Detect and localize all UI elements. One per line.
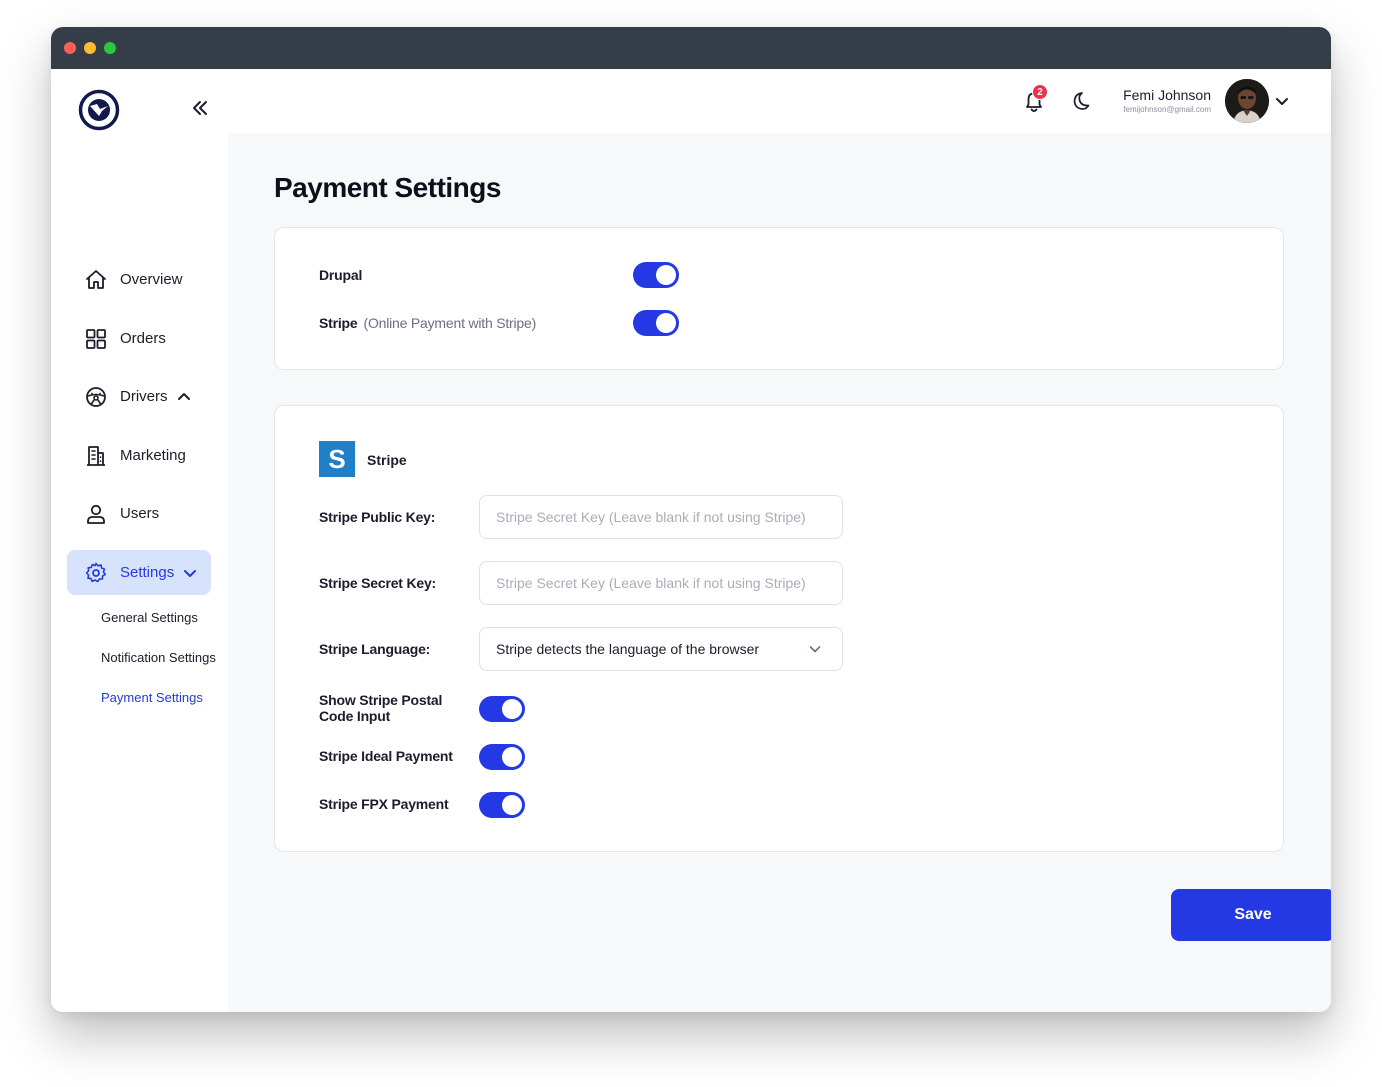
window-titlebar	[51, 27, 1331, 69]
close-window-button[interactable]	[64, 42, 76, 54]
stripe-postal-toggle[interactable]	[479, 696, 525, 722]
app-window: Overview Orders Drivers Marketing Users …	[51, 27, 1331, 1012]
sidebar: Overview Orders Drivers Marketing Users …	[51, 69, 228, 1012]
stripe-gateway-label: Stripe (Online Payment with Stripe)	[319, 315, 536, 331]
drupal-label: Drupal	[319, 267, 363, 283]
top-bar: 2 Femi Johnson femijohnson@gmail.com	[228, 69, 1331, 133]
stripe-gateway-toggle[interactable]	[633, 310, 679, 336]
gear-icon	[85, 562, 106, 582]
chevron-down-icon	[809, 646, 821, 653]
toggle-knob	[502, 747, 522, 767]
sidebar-item-label: Users	[120, 505, 160, 522]
maximize-window-button[interactable]	[104, 42, 116, 54]
user-icon	[87, 504, 105, 524]
user-email: femijohnson@gmail.com	[1123, 105, 1211, 114]
moon-icon[interactable]	[1069, 90, 1091, 112]
stripe-logo: S	[319, 441, 355, 477]
page-title: Payment Settings	[274, 172, 501, 203]
sub-item-general-settings[interactable]: General Settings	[101, 610, 198, 625]
stripe-secret-key-input[interactable]	[480, 562, 842, 604]
toggle-knob	[502, 795, 522, 815]
avatar[interactable]	[1225, 79, 1269, 123]
stripe-public-key-input[interactable]	[480, 496, 842, 538]
sidebar-item-users[interactable]: Users	[67, 491, 211, 536]
user-menu-chevron-icon[interactable]	[1274, 93, 1290, 109]
building-icon	[87, 445, 105, 466]
stripe-ideal-label: Stripe Ideal Payment	[319, 748, 453, 764]
user-name: Femi Johnson	[1123, 87, 1211, 103]
sidebar-item-drivers[interactable]: Drivers	[67, 374, 211, 419]
home-icon	[86, 269, 106, 289]
main-content: Payment Settings Drupal Stripe (Online Pa…	[228, 133, 1331, 1012]
sub-item-notification-settings[interactable]: Notification Settings	[101, 650, 216, 665]
sidebar-item-label: Settings	[120, 564, 175, 581]
save-button[interactable]: Save	[1171, 889, 1331, 941]
sidebar-item-settings[interactable]: Settings	[67, 550, 211, 595]
notification-badge: 2	[1032, 84, 1048, 100]
payment-gateways-card: Drupal Stripe (Online Payment with Stripe…	[274, 227, 1284, 370]
sidebar-item-orders[interactable]: Orders	[67, 316, 211, 361]
avatar-image	[1225, 79, 1269, 123]
stripe-secret-key-field	[479, 561, 843, 605]
sidebar-item-label: Drivers	[120, 388, 168, 405]
stripe-language-select[interactable]: Stripe detects the language of the brows…	[479, 627, 843, 671]
sidebar-item-label: Marketing	[120, 447, 186, 464]
stripe-language-label: Stripe Language:	[319, 641, 431, 657]
steering-wheel-icon	[86, 386, 106, 407]
stripe-public-key-label: Stripe Public Key:	[319, 509, 436, 525]
sidebar-item-label: Orders	[120, 330, 166, 347]
stripe-settings-card: S Stripe Stripe Public Key: Stripe Secre…	[274, 405, 1284, 852]
minimize-window-button[interactable]	[84, 42, 96, 54]
sidebar-item-marketing[interactable]: Marketing	[67, 433, 211, 478]
stripe-public-key-field	[479, 495, 843, 539]
stripe-fpx-label: Stripe FPX Payment	[319, 796, 449, 812]
collapse-sidebar-icon[interactable]	[189, 97, 211, 119]
chevron-down-icon[interactable]	[182, 565, 198, 581]
stripe-gateway-hint: (Online Payment with Stripe)	[363, 315, 537, 331]
stripe-ideal-toggle[interactable]	[479, 744, 525, 770]
stripe-fpx-toggle[interactable]	[479, 792, 525, 818]
chevron-up-icon[interactable]	[176, 389, 192, 405]
grid-icon	[86, 328, 106, 349]
stripe-secret-key-label: Stripe Secret Key:	[319, 575, 437, 591]
toggle-knob	[656, 313, 676, 333]
app-logo[interactable]	[78, 89, 120, 131]
sub-item-payment-settings[interactable]: Payment Settings	[101, 690, 203, 705]
stripe-section-title: Stripe	[367, 452, 407, 468]
sidebar-item-overview[interactable]: Overview	[67, 257, 211, 302]
stripe-postal-label: Show Stripe Postal Code Input	[319, 692, 443, 724]
drupal-toggle[interactable]	[633, 262, 679, 288]
stripe-gateway-name: Stripe	[319, 315, 358, 331]
sidebar-item-label: Overview	[120, 271, 183, 288]
stripe-language-value: Stripe detects the language of the brows…	[496, 641, 760, 657]
toggle-knob	[502, 699, 522, 719]
toggle-knob	[656, 265, 676, 285]
